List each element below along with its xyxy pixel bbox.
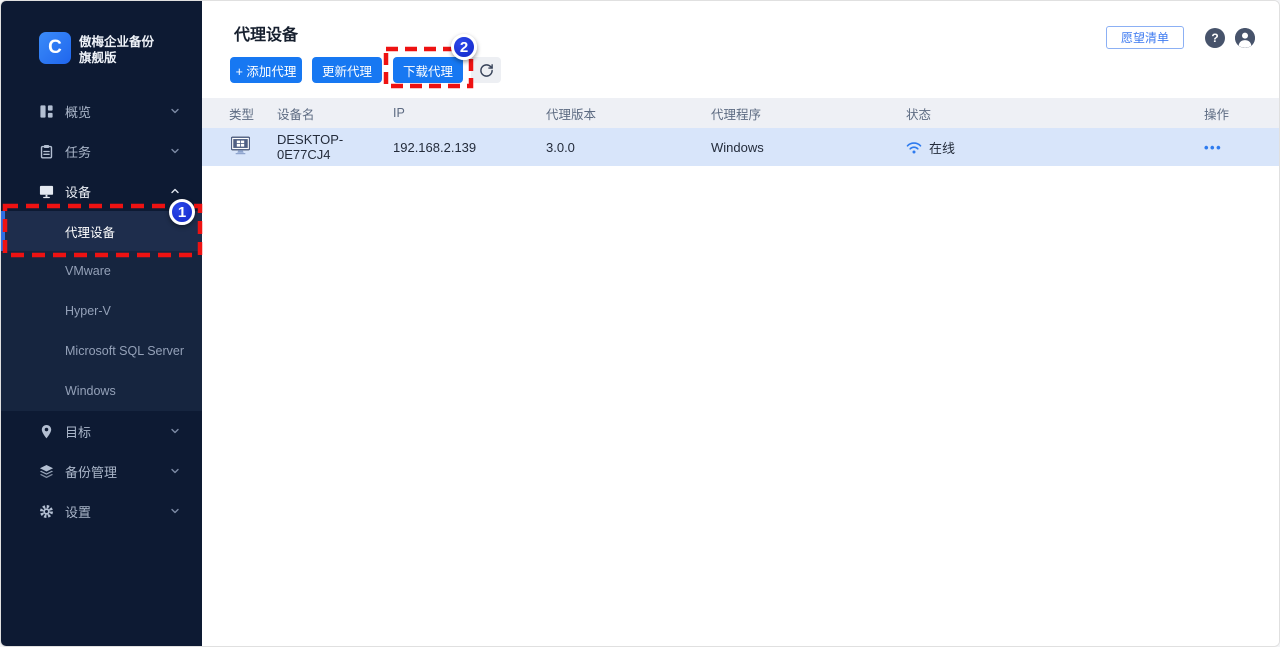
actions-cell: •••	[1204, 140, 1279, 155]
sidebar-item-backup-management[interactable]: 备份管理	[1, 451, 202, 491]
chevron-down-icon	[170, 426, 180, 436]
status-cell: 在线	[906, 138, 1204, 157]
table-header-row: 类型 设备名 IP 代理版本 代理程序 状态 操作	[202, 98, 1279, 128]
app-logo: C 傲梅企业备份 旗舰版	[1, 1, 202, 66]
sidebar-item-target[interactable]: 目标	[1, 411, 202, 451]
agent-version-cell: 3.0.0	[546, 139, 575, 155]
wifi-icon	[906, 141, 922, 154]
column-header-agent-program: 代理程序	[711, 107, 762, 122]
column-header-actions: 操作	[1204, 107, 1230, 122]
device-ip-cell: 192.168.2.139	[393, 139, 477, 155]
sidebar-item-agent-devices[interactable]: 代理设备	[1, 211, 202, 251]
chevron-up-icon	[170, 186, 180, 196]
help-icon[interactable]: ?	[1205, 27, 1225, 48]
update-agent-button[interactable]: 更新代理	[312, 57, 382, 83]
device-name-cell: DESKTOP-0E77CJ4	[277, 132, 344, 162]
sidebar-item-windows[interactable]: Windows	[1, 371, 202, 411]
sidebar-item-label: 备份管理	[65, 464, 118, 480]
sidebar: C 傲梅企业备份 旗舰版 概览 任务 设备 代理设备 VMware Hyper-…	[1, 1, 202, 646]
sidebar-item-label: 任务	[65, 144, 92, 160]
app-window: C 傲梅企业备份 旗舰版 概览 任务 设备 代理设备 VMware Hyper-…	[0, 0, 1280, 647]
add-agent-button[interactable]: + 添加代理	[230, 57, 302, 83]
download-agent-button[interactable]: 下载代理	[393, 57, 463, 83]
sidebar-item-overview[interactable]: 概览	[1, 91, 202, 131]
toolbar: + 添加代理 更新代理 下载代理	[230, 57, 501, 83]
sidebar-nav: 概览 任务 设备 代理设备 VMware Hyper-V Microsoft S…	[1, 91, 202, 531]
status-label: 在线	[929, 140, 956, 156]
layers-icon	[39, 464, 55, 479]
agent-program-cell: Windows	[711, 139, 764, 155]
page-title: 代理设备	[234, 27, 299, 44]
app-title: 傲梅企业备份 旗舰版	[79, 32, 154, 66]
row-actions-menu-button[interactable]: •••	[1204, 140, 1222, 155]
wishlist-button[interactable]: 愿望清单	[1105, 26, 1184, 49]
sidebar-item-label: Windows	[65, 384, 116, 398]
table-row[interactable]: DESKTOP-0E77CJ4 192.168.2.139 3.0.0 Wind…	[202, 128, 1279, 166]
sidebar-item-label: Hyper-V	[65, 304, 111, 318]
user-avatar-icon[interactable]	[1235, 27, 1255, 48]
monitor-icon	[39, 184, 55, 199]
column-header-agent-version: 代理版本	[546, 107, 597, 122]
chevron-down-icon	[170, 146, 180, 156]
sidebar-item-label: 设备	[65, 184, 92, 200]
overview-icon	[39, 104, 55, 119]
sidebar-item-label: Microsoft SQL Server	[65, 344, 185, 358]
chevron-down-icon	[170, 466, 180, 476]
windows-monitor-icon	[229, 136, 252, 155]
sidebar-item-settings[interactable]: 设置	[1, 491, 202, 531]
sidebar-item-vmware[interactable]: VMware	[1, 251, 202, 291]
selected-indicator	[1, 211, 5, 251]
chevron-down-icon	[170, 106, 180, 116]
column-header-ip: IP	[393, 106, 405, 120]
chevron-down-icon	[170, 506, 180, 516]
topbar-actions: 愿望清单 ?	[1105, 26, 1255, 49]
app-title-line1: 傲梅企业备份	[79, 35, 155, 49]
map-pin-icon	[39, 424, 55, 439]
refresh-icon	[479, 63, 494, 78]
sidebar-item-mssql[interactable]: Microsoft SQL Server	[1, 331, 202, 371]
column-header-status: 状态	[906, 107, 932, 122]
column-header-device-name: 设备名	[277, 107, 315, 122]
sidebar-item-label: VMware	[65, 264, 111, 278]
sidebar-item-hyperv[interactable]: Hyper-V	[1, 291, 202, 331]
app-title-line2: 旗舰版	[79, 51, 117, 65]
main-content: 代理设备 愿望清单 ? + 添加代理 更新代理 下载代理 类型 设备名 IP 代…	[202, 1, 1279, 646]
app-logo-icon: C	[39, 32, 71, 64]
column-header-type: 类型	[229, 107, 255, 122]
device-type-cell	[229, 136, 277, 158]
tasks-icon	[39, 144, 55, 159]
devices-submenu: 代理设备 VMware Hyper-V Microsoft SQL Server…	[1, 211, 202, 411]
sidebar-item-label: 代理设备	[65, 225, 116, 240]
agent-device-table: 类型 设备名 IP 代理版本 代理程序 状态 操作 DESKTOP-0E77CJ…	[202, 98, 1279, 166]
sidebar-item-devices[interactable]: 设备	[1, 171, 202, 211]
refresh-button[interactable]	[471, 57, 501, 83]
sidebar-item-label: 设置	[65, 504, 92, 520]
sidebar-item-tasks[interactable]: 任务	[1, 131, 202, 171]
gear-icon	[39, 504, 55, 519]
sidebar-item-label: 概览	[65, 104, 92, 120]
sidebar-item-label: 目标	[65, 424, 92, 440]
